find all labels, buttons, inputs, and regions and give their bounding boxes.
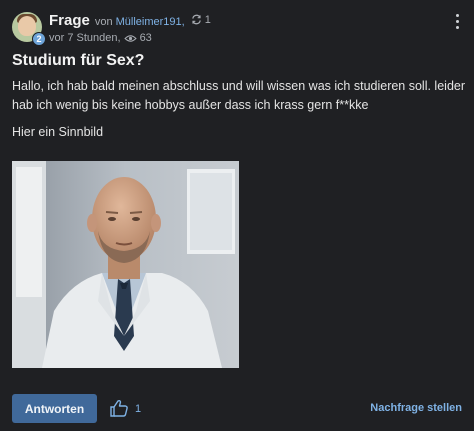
question-card: 2 Frage von Mülleimer191, 1 vor 7 Stunde… [0,0,474,431]
more-options-icon[interactable] [454,14,460,29]
question-title: Studium für Sex? [12,52,145,69]
level-badge: 2 [32,32,46,46]
view-count: 63 [139,32,152,44]
author-link[interactable]: Mülleimer191, [116,16,185,28]
body-paragraph: Hier ein Sinnbild [12,125,104,139]
answer-button[interactable]: Antworten [12,394,97,423]
doctor-photo [12,161,239,368]
followup-link[interactable]: Nachfrage stellen [370,402,462,414]
by-label: von [94,16,113,28]
post-header: 2 Frage von Mülleimer191, 1 vor 7 Stunde… [12,12,211,46]
post-meta: Frage von Mülleimer191, 1 vor 7 Stunden, [49,12,211,44]
post-time: vor 7 Stunden, [49,32,121,44]
question-body: Hallo, ich hab bald meinen abschluss und… [12,77,467,150]
attached-image[interactable] [12,161,239,368]
like-button[interactable]: 1 [109,399,141,418]
answer-count-value: 1 [204,13,211,26]
eye-icon [123,34,137,42]
body-paragraph: Hallo, ich hab bald meinen abschluss und… [12,79,466,112]
answer-count: 1 [191,14,211,26]
avatar[interactable]: 2 [12,12,46,46]
thumbs-up-icon [110,399,128,417]
post-type-label: Frage [49,12,90,29]
like-count: 1 [135,402,142,415]
refresh-icon [191,14,201,25]
